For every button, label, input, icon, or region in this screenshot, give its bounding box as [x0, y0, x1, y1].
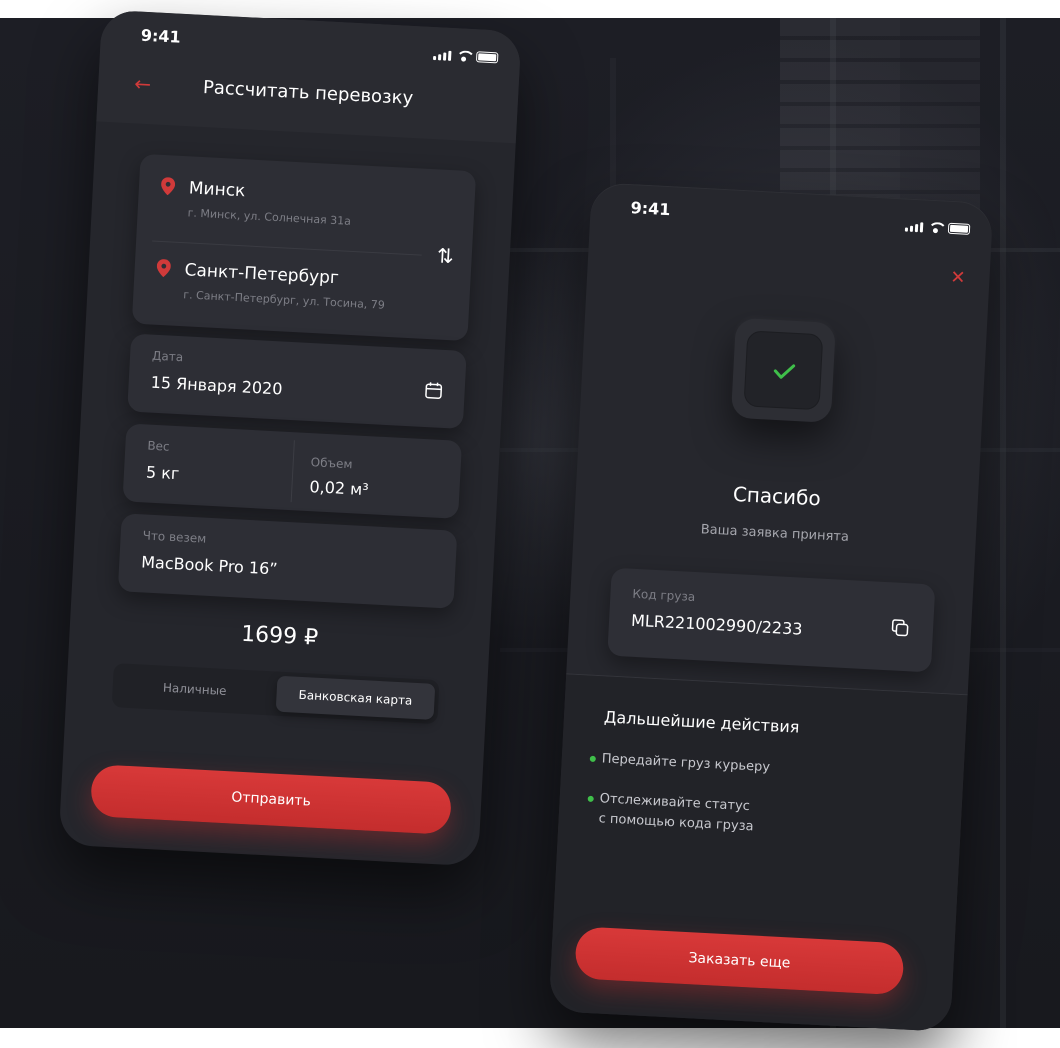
cargo-code-label: Код груза: [632, 586, 696, 605]
cargo-field[interactable]: Что везем MacBook Pro 16”: [117, 513, 458, 609]
next-step-item: Отслеживайте статус с помощью кода груза: [587, 789, 755, 837]
from-address: г. Минск, ул. Солнечная 31а: [187, 206, 352, 228]
payment-toggle: Наличные Банковская карта: [111, 663, 440, 725]
weight-label: Вес: [147, 438, 170, 454]
checkmark-icon: [743, 330, 824, 411]
cargo-code-value: MLR221002990/2233: [630, 610, 803, 639]
swap-vertical-icon[interactable]: ⇅: [436, 243, 454, 268]
to-city[interactable]: Санкт-Петербург: [184, 260, 339, 288]
copy-icon[interactable]: [891, 618, 910, 637]
success-title: Спасибо: [732, 481, 822, 511]
wifi-icon: [928, 222, 944, 234]
success-badge: [730, 317, 836, 423]
volume-label: Объем: [310, 455, 353, 472]
signal-icon: [432, 50, 452, 61]
volume-value[interactable]: 0,02 м³: [309, 477, 369, 499]
divider: [290, 440, 295, 503]
phone-calculate-shipping: 9:41 ← Рассчитать перевозку Минск г. Мин…: [58, 9, 522, 867]
payment-option-cash[interactable]: Наличные: [116, 667, 274, 711]
phone-order-success: 9:41 ✕ Спасибо Ваша заявка принята Код г…: [548, 182, 994, 1032]
from-city[interactable]: Минск: [188, 178, 245, 201]
location-pin-icon: [161, 177, 176, 196]
date-label: Дата: [151, 348, 184, 365]
weight-value[interactable]: 5 кг: [146, 463, 180, 484]
status-time: 9:41: [140, 25, 182, 47]
date-field[interactable]: Дата 15 Января 2020: [127, 333, 467, 430]
close-icon[interactable]: ✕: [950, 267, 966, 289]
status-time: 9:41: [630, 198, 671, 220]
battery-icon: [475, 51, 499, 64]
cargo-label: Что везем: [142, 528, 207, 546]
to-address: г. Санкт-Петербург, ул. Тосина, 79: [183, 288, 386, 312]
price: 1699 ₽: [240, 621, 319, 651]
status-icons: [904, 221, 971, 235]
signal-icon: [904, 222, 924, 233]
cargo-code-card: Код груза MLR221002990/2233: [607, 567, 936, 673]
weight-volume-card: Вес 5 кг Объем 0,02 м³: [122, 423, 463, 519]
divider: [152, 240, 422, 256]
wifi-icon: [456, 50, 472, 62]
payment-option-card[interactable]: Банковская карта: [275, 675, 436, 720]
date-value: 15 Января 2020: [150, 372, 283, 399]
cargo-value: MacBook Pro 16”: [140, 552, 279, 579]
submit-button[interactable]: Отправить: [89, 764, 453, 835]
location-pin-icon: [156, 259, 171, 278]
calendar-icon[interactable]: [424, 381, 443, 400]
success-subtitle: Ваша заявка принята: [700, 522, 850, 545]
battery-icon: [947, 222, 971, 235]
route-card: Минск г. Минск, ул. Солнечная 31а ⇅ Санк…: [131, 153, 477, 342]
